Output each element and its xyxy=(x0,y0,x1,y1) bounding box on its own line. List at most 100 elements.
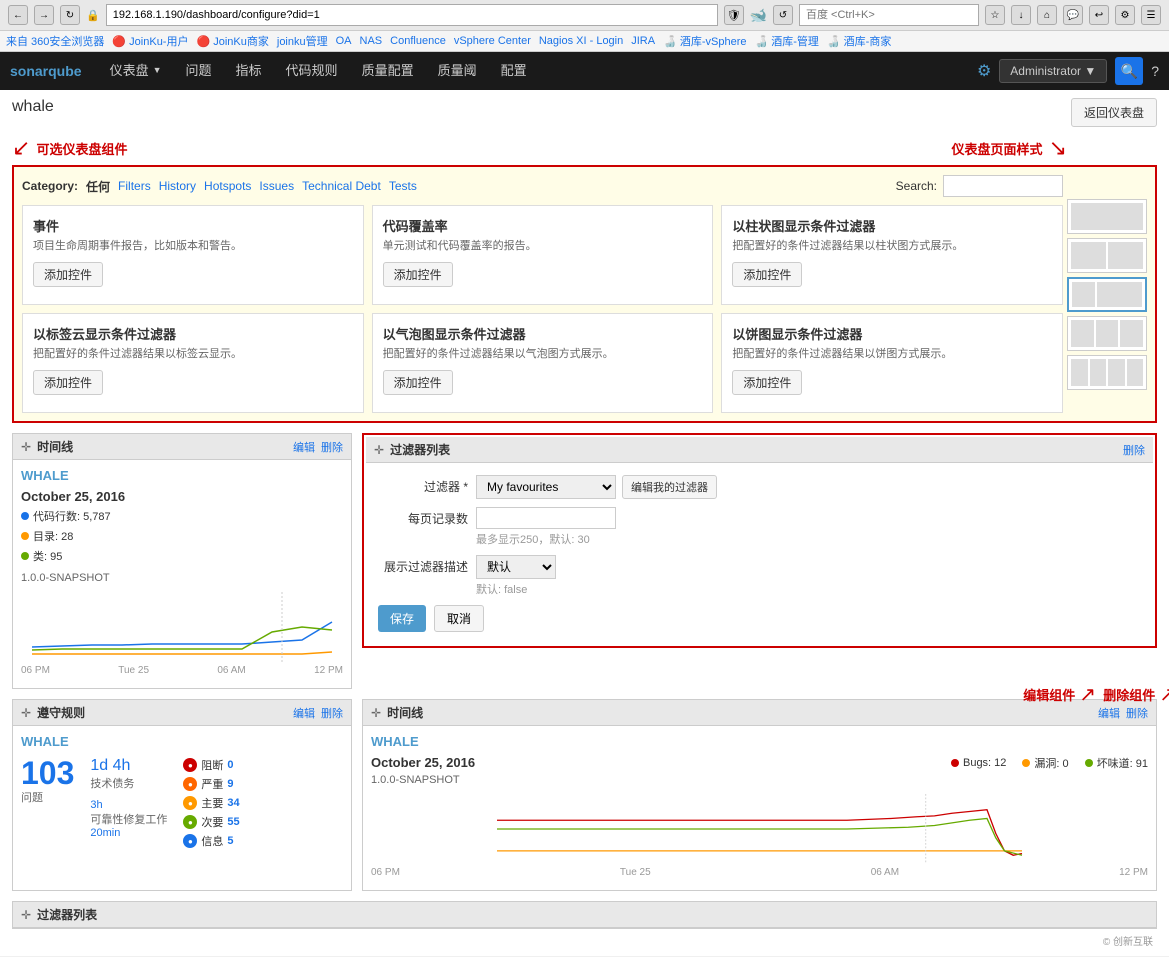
timeline-2-legends: Bugs: 12 漏洞: 0 坏味道: 91 xyxy=(951,755,1148,773)
bookmark-joinku-admin[interactable]: joinku管理 xyxy=(277,33,328,49)
refresh-button[interactable]: ↺ xyxy=(773,5,793,25)
nav-issues[interactable]: 问题 xyxy=(174,52,224,90)
panel-layout-selector xyxy=(1067,175,1147,413)
annotation-components: ↙ 可选仪表盘组件 xyxy=(12,135,127,161)
download-button[interactable]: ↓ xyxy=(1011,5,1031,25)
add-coverage-button[interactable]: 添加控件 xyxy=(383,262,453,287)
major-count[interactable]: 34 xyxy=(227,797,239,809)
add-tagcloud-button[interactable]: 添加控件 xyxy=(33,370,103,395)
bookmark-winery-merchant[interactable]: 🍶 酒库-商家 xyxy=(827,33,891,49)
minor-count[interactable]: 55 xyxy=(227,816,239,828)
save-button[interactable]: 保存 xyxy=(378,605,426,632)
global-search-button[interactable]: 🔍 xyxy=(1115,57,1143,85)
legend-2-1: 漏洞: 0 xyxy=(1022,755,1068,771)
category-techdebt[interactable]: Technical Debt xyxy=(302,179,381,193)
header-right: ⚙ Administrator ▼ 🔍 ? xyxy=(977,57,1159,85)
bookmark-jira[interactable]: JIRA xyxy=(631,35,655,47)
reliability-value: 3h xyxy=(90,799,167,811)
star-button[interactable]: ☆ xyxy=(985,5,1005,25)
edit-filter-button[interactable]: 编辑我的过滤器 xyxy=(622,475,717,499)
category-history[interactable]: History xyxy=(159,179,196,193)
critical-count[interactable]: 9 xyxy=(227,778,233,790)
bookmark-winery-vsphere[interactable]: 🍶 酒库-vSphere xyxy=(663,33,746,49)
bookmark-joinku-user[interactable]: 🔴 JoinKu-用户 xyxy=(112,33,188,49)
annotation-delete-arrow: ↗ xyxy=(1159,682,1169,707)
back-button[interactable]: ← xyxy=(8,5,28,25)
cancel-button[interactable]: 取消 xyxy=(434,605,484,632)
sonarqube-logo[interactable]: sonarqube xyxy=(10,63,82,79)
filter-select[interactable]: My favourites xyxy=(476,475,616,499)
layout-option-2col-unequal[interactable] xyxy=(1067,277,1147,312)
widget-desc-bubble: 把配置好的条件过滤器结果以气泡图方式展示。 xyxy=(383,347,703,362)
bookmark-confluence[interactable]: Confluence xyxy=(390,35,446,47)
add-pie-button[interactable]: 添加控件 xyxy=(732,370,802,395)
menu-button[interactable]: ☰ xyxy=(1141,5,1161,25)
timeline-1-delete[interactable]: 删除 xyxy=(321,439,343,455)
timeline-1-title: 时间线 xyxy=(37,438,293,455)
nav-dashboard[interactable]: 仪表盘▼ xyxy=(98,52,174,90)
widget-name-bar: 以柱状图显示条件过滤器 xyxy=(732,216,1052,235)
layout-option-4col[interactable] xyxy=(1067,355,1147,390)
bookmark-oa[interactable]: OA xyxy=(336,35,352,47)
category-issues[interactable]: Issues xyxy=(259,179,294,193)
search-label: Search: xyxy=(896,179,937,193)
timeline-1-date: October 25, 2016 xyxy=(21,489,343,504)
bookmark-360[interactable]: 来自 360安全浏览器 xyxy=(6,33,104,49)
category-tests[interactable]: Tests xyxy=(389,179,417,193)
drag-handle-compliance[interactable]: ✛ xyxy=(21,706,31,720)
search-bar[interactable] xyxy=(799,4,979,26)
page-records-input[interactable] xyxy=(476,507,616,529)
drag-handle-filter[interactable]: ✛ xyxy=(374,443,384,457)
url-bar[interactable] xyxy=(106,4,718,26)
info-icon: ● xyxy=(183,834,197,848)
bookmark-nagios[interactable]: Nagios XI - Login xyxy=(539,35,623,47)
return-dashboard-button[interactable]: 返回仪表盘 xyxy=(1071,98,1157,127)
page-title: whale xyxy=(12,98,54,115)
home-button[interactable]: ⌂ xyxy=(1037,5,1057,25)
minor-icon: ● xyxy=(183,815,197,829)
severity-critical-row: ● 严重 9 xyxy=(183,776,239,792)
drag-handle-1[interactable]: ✛ xyxy=(21,440,31,454)
category-filters[interactable]: Filters xyxy=(118,179,151,193)
nav-quality-gates[interactable]: 质量阈 xyxy=(426,52,489,90)
category-any[interactable]: 任何 xyxy=(86,178,110,195)
filter-delete[interactable]: 删除 xyxy=(1123,442,1145,458)
bookmark-winery-admin[interactable]: 🍶 酒库-管理 xyxy=(754,33,818,49)
widget-card-pie: 以饼图显示条件过滤器 把配置好的条件过滤器结果以饼图方式展示。 添加控件 xyxy=(721,313,1063,413)
blocker-count[interactable]: 0 xyxy=(227,759,233,771)
drag-handle-2[interactable]: ✛ xyxy=(371,706,381,720)
compliance-delete[interactable]: 删除 xyxy=(321,705,343,721)
panel-scroll-area: Category: 任何 Filters History Hotspots Is… xyxy=(22,175,1063,413)
layout-option-1col[interactable] xyxy=(1067,199,1147,234)
form-buttons: 保存 取消 xyxy=(378,605,1141,632)
settings-button[interactable]: ⚙ xyxy=(1115,5,1135,25)
shield-icon[interactable]: 🛡 xyxy=(724,5,744,25)
timeline-1-edit[interactable]: 编辑 xyxy=(293,439,315,455)
add-bar-button[interactable]: 添加控件 xyxy=(732,262,802,287)
show-desc-select[interactable]: 默认 xyxy=(476,555,556,579)
add-bubble-button[interactable]: 添加控件 xyxy=(383,370,453,395)
bookmark-nas[interactable]: NAS xyxy=(360,35,383,47)
widget-search-input[interactable] xyxy=(943,175,1063,197)
nav-rules[interactable]: 代码规则 xyxy=(274,52,350,90)
comment-button[interactable]: 💬 xyxy=(1063,5,1083,25)
issues-block: 103 问题 xyxy=(21,757,74,805)
category-hotspots[interactable]: Hotspots xyxy=(204,179,251,193)
help-button[interactable]: ? xyxy=(1151,63,1159,79)
forward-button[interactable]: → xyxy=(34,5,54,25)
admin-button[interactable]: Administrator ▼ xyxy=(999,59,1107,83)
drag-handle-bottom[interactable]: ✛ xyxy=(21,908,31,922)
nav-quality-profiles[interactable]: 质量配置 xyxy=(350,52,426,90)
nav-config[interactable]: 配置 xyxy=(489,52,539,90)
layout-option-2col[interactable] xyxy=(1067,238,1147,273)
widget-desc-coverage: 单元测试和代码覆盖率的报告。 xyxy=(383,239,703,254)
compliance-edit[interactable]: 编辑 xyxy=(293,705,315,721)
reload-button[interactable]: ↻ xyxy=(60,5,80,25)
bookmark-joinku-merchant[interactable]: 🔴 JoinKu商家 xyxy=(196,33,268,49)
bookmark-vsphere[interactable]: vSphere Center xyxy=(454,35,531,47)
add-events-button[interactable]: 添加控件 xyxy=(33,262,103,287)
layout-option-3col[interactable] xyxy=(1067,316,1147,351)
undo-button[interactable]: ↩ xyxy=(1089,5,1109,25)
info-count[interactable]: 5 xyxy=(227,835,233,847)
nav-metrics[interactable]: 指标 xyxy=(224,52,274,90)
